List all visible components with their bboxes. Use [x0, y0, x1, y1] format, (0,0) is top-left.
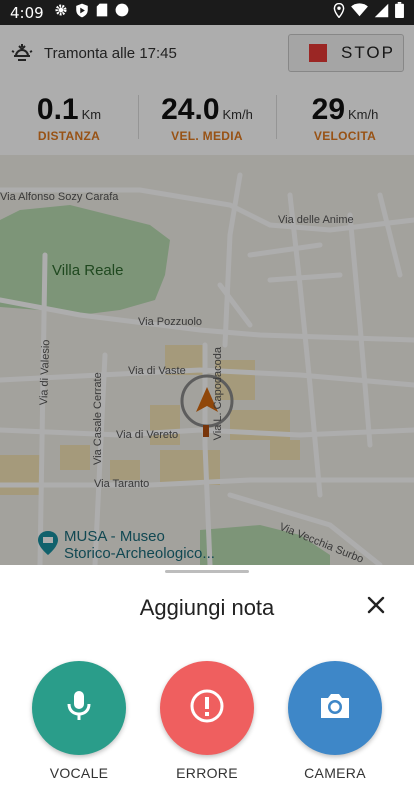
sheet-title: Aggiungi nota: [139, 595, 275, 620]
alert-icon: [189, 688, 225, 729]
voice-note-label: VOCALE: [49, 765, 109, 781]
wifi-icon: [351, 3, 368, 22]
gear-icon: [54, 3, 68, 22]
close-icon: [367, 596, 385, 619]
microphone-icon: [64, 689, 94, 728]
sheet-drag-handle[interactable]: [165, 570, 249, 573]
battery-icon: [395, 2, 404, 23]
signal-icon: [374, 3, 389, 23]
shield-play-icon: [75, 3, 89, 23]
camera-note-action[interactable]: CAMERA: [280, 661, 390, 781]
status-bar: 4:09: [0, 0, 414, 25]
camera-icon: [318, 691, 352, 726]
modal-scrim[interactable]: [0, 25, 414, 565]
voice-note-button[interactable]: [32, 661, 126, 755]
error-note-label: ERRORE: [176, 765, 238, 781]
circle-icon: [115, 3, 129, 22]
voice-note-action[interactable]: VOCALE: [24, 661, 134, 781]
camera-note-button[interactable]: [288, 661, 382, 755]
error-note-action[interactable]: ERRORE: [152, 661, 262, 781]
note-actions: VOCALE ERRORE CAMERA: [0, 661, 414, 781]
close-button[interactable]: [362, 593, 390, 621]
status-time: 4:09: [10, 3, 44, 22]
location-icon: [333, 2, 345, 23]
sd-card-icon: [96, 3, 108, 22]
error-note-button[interactable]: [160, 661, 254, 755]
add-note-sheet: Aggiungi nota VOCALE ERRORE CAMERA: [0, 565, 414, 800]
camera-note-label: CAMERA: [304, 765, 366, 781]
